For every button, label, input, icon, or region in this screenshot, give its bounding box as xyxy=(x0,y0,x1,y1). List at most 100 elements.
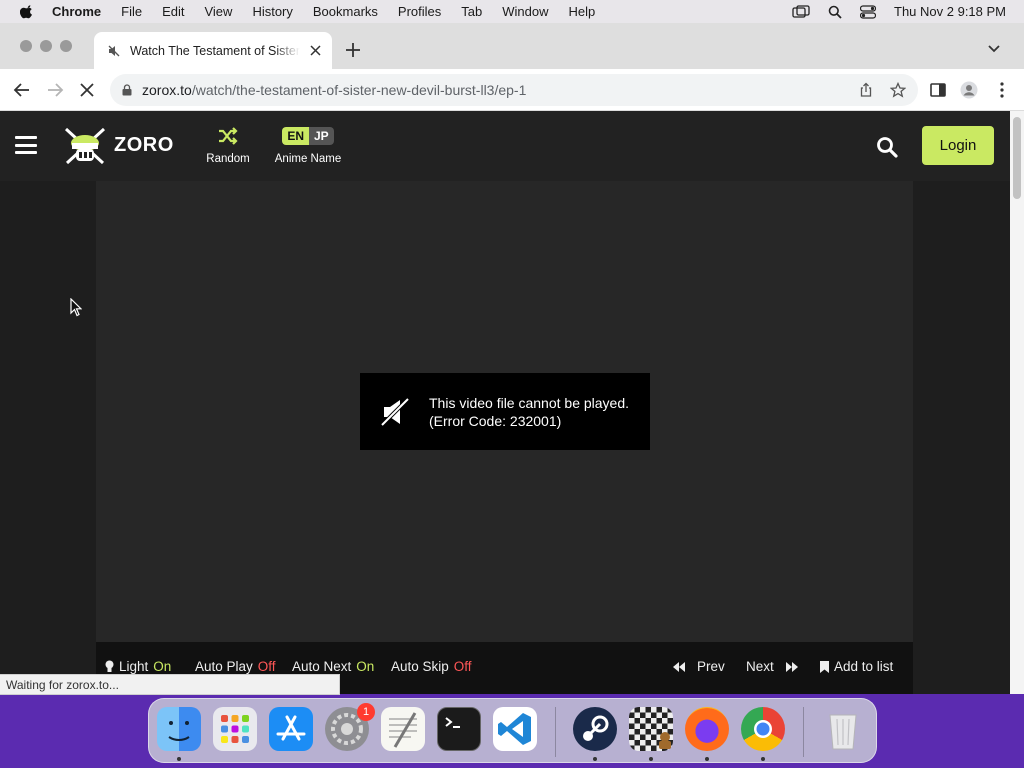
add-to-list-button[interactable]: Add to list xyxy=(820,659,893,674)
profile-avatar-icon[interactable] xyxy=(960,81,978,99)
lock-icon[interactable] xyxy=(122,84,132,96)
lang-en-option[interactable]: EN xyxy=(282,127,309,145)
add-to-list-label: Add to list xyxy=(834,659,894,674)
window-zoom-button[interactable] xyxy=(60,40,72,52)
menu-tab[interactable]: Tab xyxy=(461,4,482,19)
random-button[interactable]: Random xyxy=(204,125,252,165)
share-icon[interactable] xyxy=(858,82,874,98)
tab-close-icon[interactable] xyxy=(309,44,322,57)
menu-history[interactable]: History xyxy=(252,4,292,19)
autoskip-state: Off xyxy=(453,659,472,674)
back-arrow-icon[interactable] xyxy=(13,81,31,99)
tab-search-chevron-icon[interactable] xyxy=(988,45,1000,53)
browser-menu-icon[interactable] xyxy=(993,81,1011,99)
stop-loading-icon[interactable] xyxy=(78,81,96,99)
site-header: ZORO Random EN JP Anime Name Login xyxy=(0,111,1010,181)
url-path: /watch/the-testament-of-sister-new-devil… xyxy=(191,82,527,98)
autoplay-toggle[interactable]: Auto Play Off xyxy=(195,659,276,674)
finder-icon[interactable] xyxy=(157,707,201,751)
tab-strip: Watch The Testament of Sister New Devil … xyxy=(0,23,1024,69)
web-page: ZORO Random EN JP Anime Name Login This v… xyxy=(0,111,1010,694)
page-scrollbar[interactable] xyxy=(1010,111,1024,694)
address-bar[interactable]: zorox.to/watch/the-testament-of-sister-n… xyxy=(110,74,918,106)
chess-icon[interactable] xyxy=(629,707,673,751)
error-text-line2: (Error Code: 232001) xyxy=(429,412,562,429)
settings-notification-badge: 1 xyxy=(357,703,375,721)
terminal-icon[interactable] xyxy=(437,707,481,751)
light-state: On xyxy=(153,659,172,674)
screen-mirroring-icon[interactable] xyxy=(792,4,810,19)
menu-clock[interactable]: Thu Nov 2 9:18 PM xyxy=(894,4,1006,19)
mute-speaker-icon xyxy=(108,45,120,56)
spotlight-search-icon[interactable] xyxy=(828,5,842,19)
menu-edit[interactable]: Edit xyxy=(162,4,184,19)
menu-bar: Chrome File Edit View History Bookmarks … xyxy=(0,0,1024,23)
site-logo-text[interactable]: ZORO xyxy=(114,134,174,157)
menu-bookmarks[interactable]: Bookmarks xyxy=(313,4,378,19)
chess-running-dot xyxy=(649,757,653,761)
prev-episode-button[interactable]: Prev xyxy=(673,659,725,674)
autonext-label: Auto Next xyxy=(292,659,352,674)
browser-toolbar: zorox.to/watch/the-testament-of-sister-n… xyxy=(0,69,1024,111)
vscode-icon[interactable] xyxy=(493,707,537,751)
next-label: Next xyxy=(746,659,774,674)
shuffle-icon xyxy=(219,127,238,145)
steam-icon[interactable] xyxy=(573,707,617,751)
side-panel-icon[interactable] xyxy=(929,81,947,99)
zoro-logo-icon[interactable] xyxy=(63,125,107,167)
browser-tab-active[interactable]: Watch The Testament of Sister New Devil … xyxy=(94,32,332,69)
finder-running-dot xyxy=(177,757,181,761)
next-episode-button[interactable]: Next xyxy=(746,659,798,674)
tab-title: Watch The Testament of Sister New Devil … xyxy=(130,43,300,58)
anime-name-language-toggle[interactable]: EN JP Anime Name xyxy=(271,125,345,165)
chrome-running-dot xyxy=(761,757,765,761)
scrollbar-thumb[interactable] xyxy=(1013,117,1021,199)
window-minimize-button[interactable] xyxy=(40,40,52,52)
prev-label: Prev xyxy=(697,659,725,674)
window-controls xyxy=(20,40,72,52)
autoplay-state: Off xyxy=(257,659,276,674)
firefox-icon[interactable] xyxy=(685,707,729,751)
error-text-line1: This video file cannot be played. xyxy=(429,394,630,411)
chrome-icon[interactable] xyxy=(741,707,785,751)
url-host: zorox.to xyxy=(142,82,192,98)
bookmark-star-icon[interactable] xyxy=(890,82,906,98)
autoplay-label: Auto Play xyxy=(195,659,253,674)
window-close-button[interactable] xyxy=(20,40,32,52)
dock-separator-trash xyxy=(803,707,804,757)
autoskip-toggle[interactable]: Auto Skip Off xyxy=(391,659,472,674)
firefox-running-dot xyxy=(705,757,709,761)
rewind-icon xyxy=(673,661,685,672)
menu-window[interactable]: Window xyxy=(502,4,548,19)
login-button[interactable]: Login xyxy=(922,126,994,165)
dock-separator xyxy=(555,707,556,757)
video-error-message: This video file cannot be played. (Error… xyxy=(360,373,650,450)
light-toggle[interactable]: Light On xyxy=(105,659,171,674)
fast-forward-icon xyxy=(785,661,798,672)
menu-app-name[interactable]: Chrome xyxy=(52,4,101,19)
control-center-icon[interactable] xyxy=(860,4,876,19)
menu-profiles[interactable]: Profiles xyxy=(398,4,441,19)
hamburger-menu-icon[interactable] xyxy=(15,136,37,154)
menu-file[interactable]: File xyxy=(121,4,142,19)
new-tab-icon[interactable] xyxy=(345,42,361,58)
menu-view[interactable]: View xyxy=(204,4,232,19)
forward-arrow-icon[interactable] xyxy=(46,81,64,99)
lang-jp-option[interactable]: JP xyxy=(308,127,334,145)
trash-icon[interactable] xyxy=(821,707,865,751)
dock: 1 xyxy=(148,698,877,763)
app-store-icon[interactable] xyxy=(269,707,313,751)
language-pill[interactable]: EN JP xyxy=(282,127,334,145)
launchpad-icon[interactable] xyxy=(213,707,257,751)
textedit-icon[interactable] xyxy=(381,707,425,751)
search-icon[interactable] xyxy=(876,136,898,158)
video-player[interactable]: This video file cannot be played. (Error… xyxy=(96,181,913,642)
autoskip-label: Auto Skip xyxy=(391,659,449,674)
steam-running-dot xyxy=(593,757,597,761)
system-settings-icon[interactable]: 1 xyxy=(325,703,375,751)
autonext-toggle[interactable]: Auto Next On xyxy=(292,659,374,674)
light-label: Light xyxy=(119,659,149,674)
menu-help[interactable]: Help xyxy=(569,4,596,19)
apple-icon[interactable] xyxy=(20,4,34,19)
random-label: Random xyxy=(206,153,250,165)
